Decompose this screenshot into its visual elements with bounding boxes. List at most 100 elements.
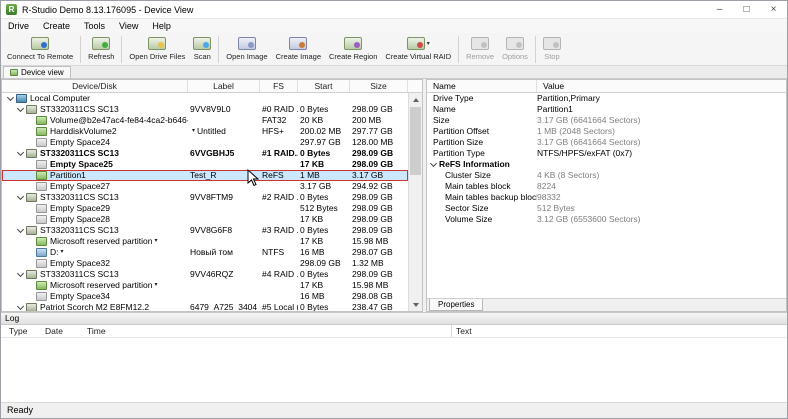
maximize-button[interactable]: □ [733, 1, 760, 18]
column-header-label[interactable]: Label [188, 80, 260, 92]
log-column-date[interactable]: Date [45, 325, 87, 337]
scroll-up-button[interactable] [409, 93, 422, 106]
column-header-fs[interactable]: FS [260, 80, 298, 92]
device-size-cell: 298.09 GB [350, 159, 408, 170]
vertical-scrollbar[interactable] [408, 93, 422, 311]
device-row[interactable]: Microsoft reserved partition▾17 KB15.98 … [2, 280, 408, 291]
device-row[interactable]: Empty Space24297.97 GB128.00 MB [2, 137, 408, 148]
device-start-cell: 17 KB [298, 280, 350, 291]
device-size-cell: 298.07 GB [350, 247, 408, 258]
scrollbar-thumb[interactable] [410, 107, 421, 175]
log-column-text[interactable]: Text [451, 325, 787, 337]
device-start-cell: 0 Bytes [298, 192, 350, 203]
device-row[interactable]: Empty Space2817 KB298.09 GB [2, 214, 408, 225]
properties-group-row: ReFS Information [427, 159, 786, 170]
property-name: Size [427, 115, 537, 126]
toolbar-button-create-virtual-raid[interactable]: ▾Create Virtual RAID [381, 34, 455, 61]
device-name: HarddiskVolume2 [50, 126, 117, 137]
device-row[interactable]: ST3320311CS SC139VV8G6F8#3 RAID ...0 Byt… [2, 225, 408, 236]
device-row[interactable]: Empty Space2517 KB298.09 GB [2, 159, 408, 170]
scroll-down-button[interactable] [409, 298, 422, 311]
drive-icon [26, 193, 37, 202]
device-row[interactable]: Patriot Scorch M2 E8FM12.26479_A725_3404… [2, 302, 408, 311]
toolbar-button-label: Options [502, 52, 528, 61]
device-name-cell: ST3320311CS SC13 [2, 148, 188, 159]
dropdown-marker-icon: ▾ [192, 126, 195, 137]
tab-properties[interactable]: Properties [429, 299, 483, 311]
column-header-start[interactable]: Start [298, 80, 350, 92]
create-region-icon [344, 37, 362, 50]
device-size-cell: 298.09 GB [350, 269, 408, 280]
property-value: 512 Bytes [537, 203, 786, 214]
device-row[interactable]: Microsoft reserved partition▾17 KB15.98 … [2, 236, 408, 247]
toolbar-button-create-image[interactable]: Create Image [272, 34, 325, 61]
toolbar-button-refresh[interactable]: Refresh [84, 34, 118, 61]
menu-item-help[interactable]: Help [145, 19, 178, 33]
partition-icon [36, 237, 47, 246]
toolbar-button-create-region[interactable]: Create Region [325, 34, 381, 61]
device-fs-cell: #3 RAID ... [260, 225, 298, 236]
tab-device-view[interactable]: Device view [3, 66, 71, 78]
device-row[interactable]: Volume@b2e47ac4-fe84-4ca2-b646-c8334...F… [2, 115, 408, 126]
device-size-cell: 298.09 GB [350, 148, 408, 159]
empty-icon [36, 215, 47, 224]
device-label-cell [188, 236, 260, 247]
window-title: R-Studio Demo 8.13.176095 - Device View [22, 5, 706, 15]
device-row[interactable]: D:▾Новый томNTFS16 MB298.07 GB [2, 247, 408, 258]
computer-icon [16, 94, 27, 103]
device-row[interactable]: Local Computer [2, 93, 408, 104]
property-value: Partition1 [537, 104, 786, 115]
log-column-time[interactable]: Time [87, 325, 451, 337]
expand-chevron-icon[interactable] [16, 270, 26, 279]
device-fs-cell: #5 Local (... [260, 302, 298, 311]
column-header-device-disk[interactable]: Device/Disk [2, 80, 188, 92]
menu-item-create[interactable]: Create [36, 19, 77, 33]
menu-item-drive[interactable]: Drive [1, 19, 36, 33]
device-label: 9VV8FTM9 [190, 192, 233, 203]
toolbar-button-scan[interactable]: Scan [189, 34, 215, 61]
device-size-cell: 298.09 GB [350, 203, 408, 214]
toolbar-button-open-drive-files[interactable]: Open Drive Files [125, 34, 189, 61]
device-start-cell: 20 KB [298, 115, 350, 126]
device-name: Volume@b2e47ac4-fe84-4ca2-b646-c8334... [50, 115, 188, 126]
properties-pane: Name Value Drive TypePartition,PrimaryNa… [426, 79, 787, 312]
toolbar-icon-wrap [543, 36, 561, 50]
properties-column-name[interactable]: Name [427, 80, 537, 92]
device-row[interactable]: Empty Space273.17 GB294.92 GB [2, 181, 408, 192]
scrollbar-track[interactable] [409, 106, 422, 298]
minimize-button[interactable]: – [706, 1, 733, 18]
device-row[interactable]: ST3320311CS SC139VV8FTM9#2 RAID ...0 Byt… [2, 192, 408, 203]
device-row[interactable]: Partition1Test_RReFS1 MB3.17 GB [2, 170, 408, 181]
device-row[interactable]: ST3320311CS SC136VVGBHJ5#1 RAID...0 Byte… [2, 148, 408, 159]
expand-chevron-icon[interactable] [16, 149, 26, 158]
expand-chevron-icon[interactable] [16, 303, 26, 311]
toolbar-button-connect-to-remote[interactable]: Connect To Remote [3, 34, 77, 61]
device-row[interactable]: Empty Space32298.09 GB1.32 MB [2, 258, 408, 269]
toolbar-separator [535, 36, 536, 63]
expand-chevron-icon[interactable] [16, 105, 26, 114]
device-row[interactable]: ST3320311CS SC139VV46RQZ#4 RAID ...0 Byt… [2, 269, 408, 280]
device-row[interactable]: Empty Space3416 MB298.08 GB [2, 291, 408, 302]
collapse-chevron-icon[interactable] [429, 160, 439, 169]
column-header-size[interactable]: Size [350, 80, 408, 92]
device-row[interactable]: Empty Space29512 Bytes298.09 GB [2, 203, 408, 214]
expand-chevron-icon[interactable] [6, 94, 16, 103]
menu-item-tools[interactable]: Tools [77, 19, 112, 33]
log-column-type[interactable]: Type [1, 325, 45, 337]
properties-column-value[interactable]: Value [537, 80, 786, 92]
device-row[interactable]: ST3320311CS SC139VV8V9L0#0 RAID ...0 Byt… [2, 104, 408, 115]
toolbar-icon-wrap [148, 36, 166, 50]
expand-chevron-icon[interactable] [16, 193, 26, 202]
menu-item-view[interactable]: View [112, 19, 145, 33]
device-name-cell: Empty Space24 [2, 137, 188, 148]
device-start-cell: 298.09 GB [298, 258, 350, 269]
property-name: Volume Size [427, 214, 537, 225]
toolbar-button-open-image[interactable]: Open Image [222, 34, 271, 61]
properties-body: Drive TypePartition,PrimaryNamePartition… [427, 93, 786, 298]
dropdown-marker-icon: ▾ [61, 247, 64, 258]
expand-chevron-icon[interactable] [16, 226, 26, 235]
close-button[interactable]: × [760, 1, 787, 18]
device-row[interactable]: HarddiskVolume2▾UntitledHFS+200.02 MB297… [2, 126, 408, 137]
device-label: 6479_A725_3404_73C1. [190, 302, 260, 311]
device-start-cell: 0 Bytes [298, 225, 350, 236]
